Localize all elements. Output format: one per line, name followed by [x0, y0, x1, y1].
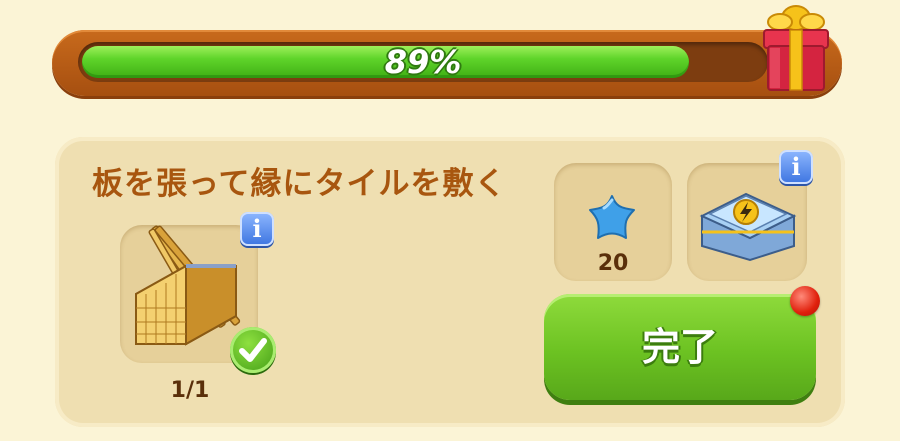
reward-star-amount: 20 [597, 251, 629, 276]
wood-planks-icon [135, 225, 241, 346]
requirement-info-icon[interactable]: i [240, 212, 274, 246]
notification-dot [790, 286, 820, 316]
progress-percent: 89% [384, 43, 462, 81]
reward-info-icon[interactable]: i [779, 150, 813, 184]
complete-button-label: 完了 [641, 325, 718, 369]
complete-button[interactable]: 完了 [544, 294, 816, 400]
blue-star-icon [589, 195, 635, 239]
requirement-count: 1/1 [170, 378, 210, 403]
progress-bar: 89% [52, 30, 842, 96]
energy-chest-icon [699, 192, 797, 262]
check-icon [230, 327, 276, 373]
task-title: 板を張って縁にタイルを敷く [92, 166, 507, 202]
gift-box-icon[interactable] [758, 4, 834, 96]
